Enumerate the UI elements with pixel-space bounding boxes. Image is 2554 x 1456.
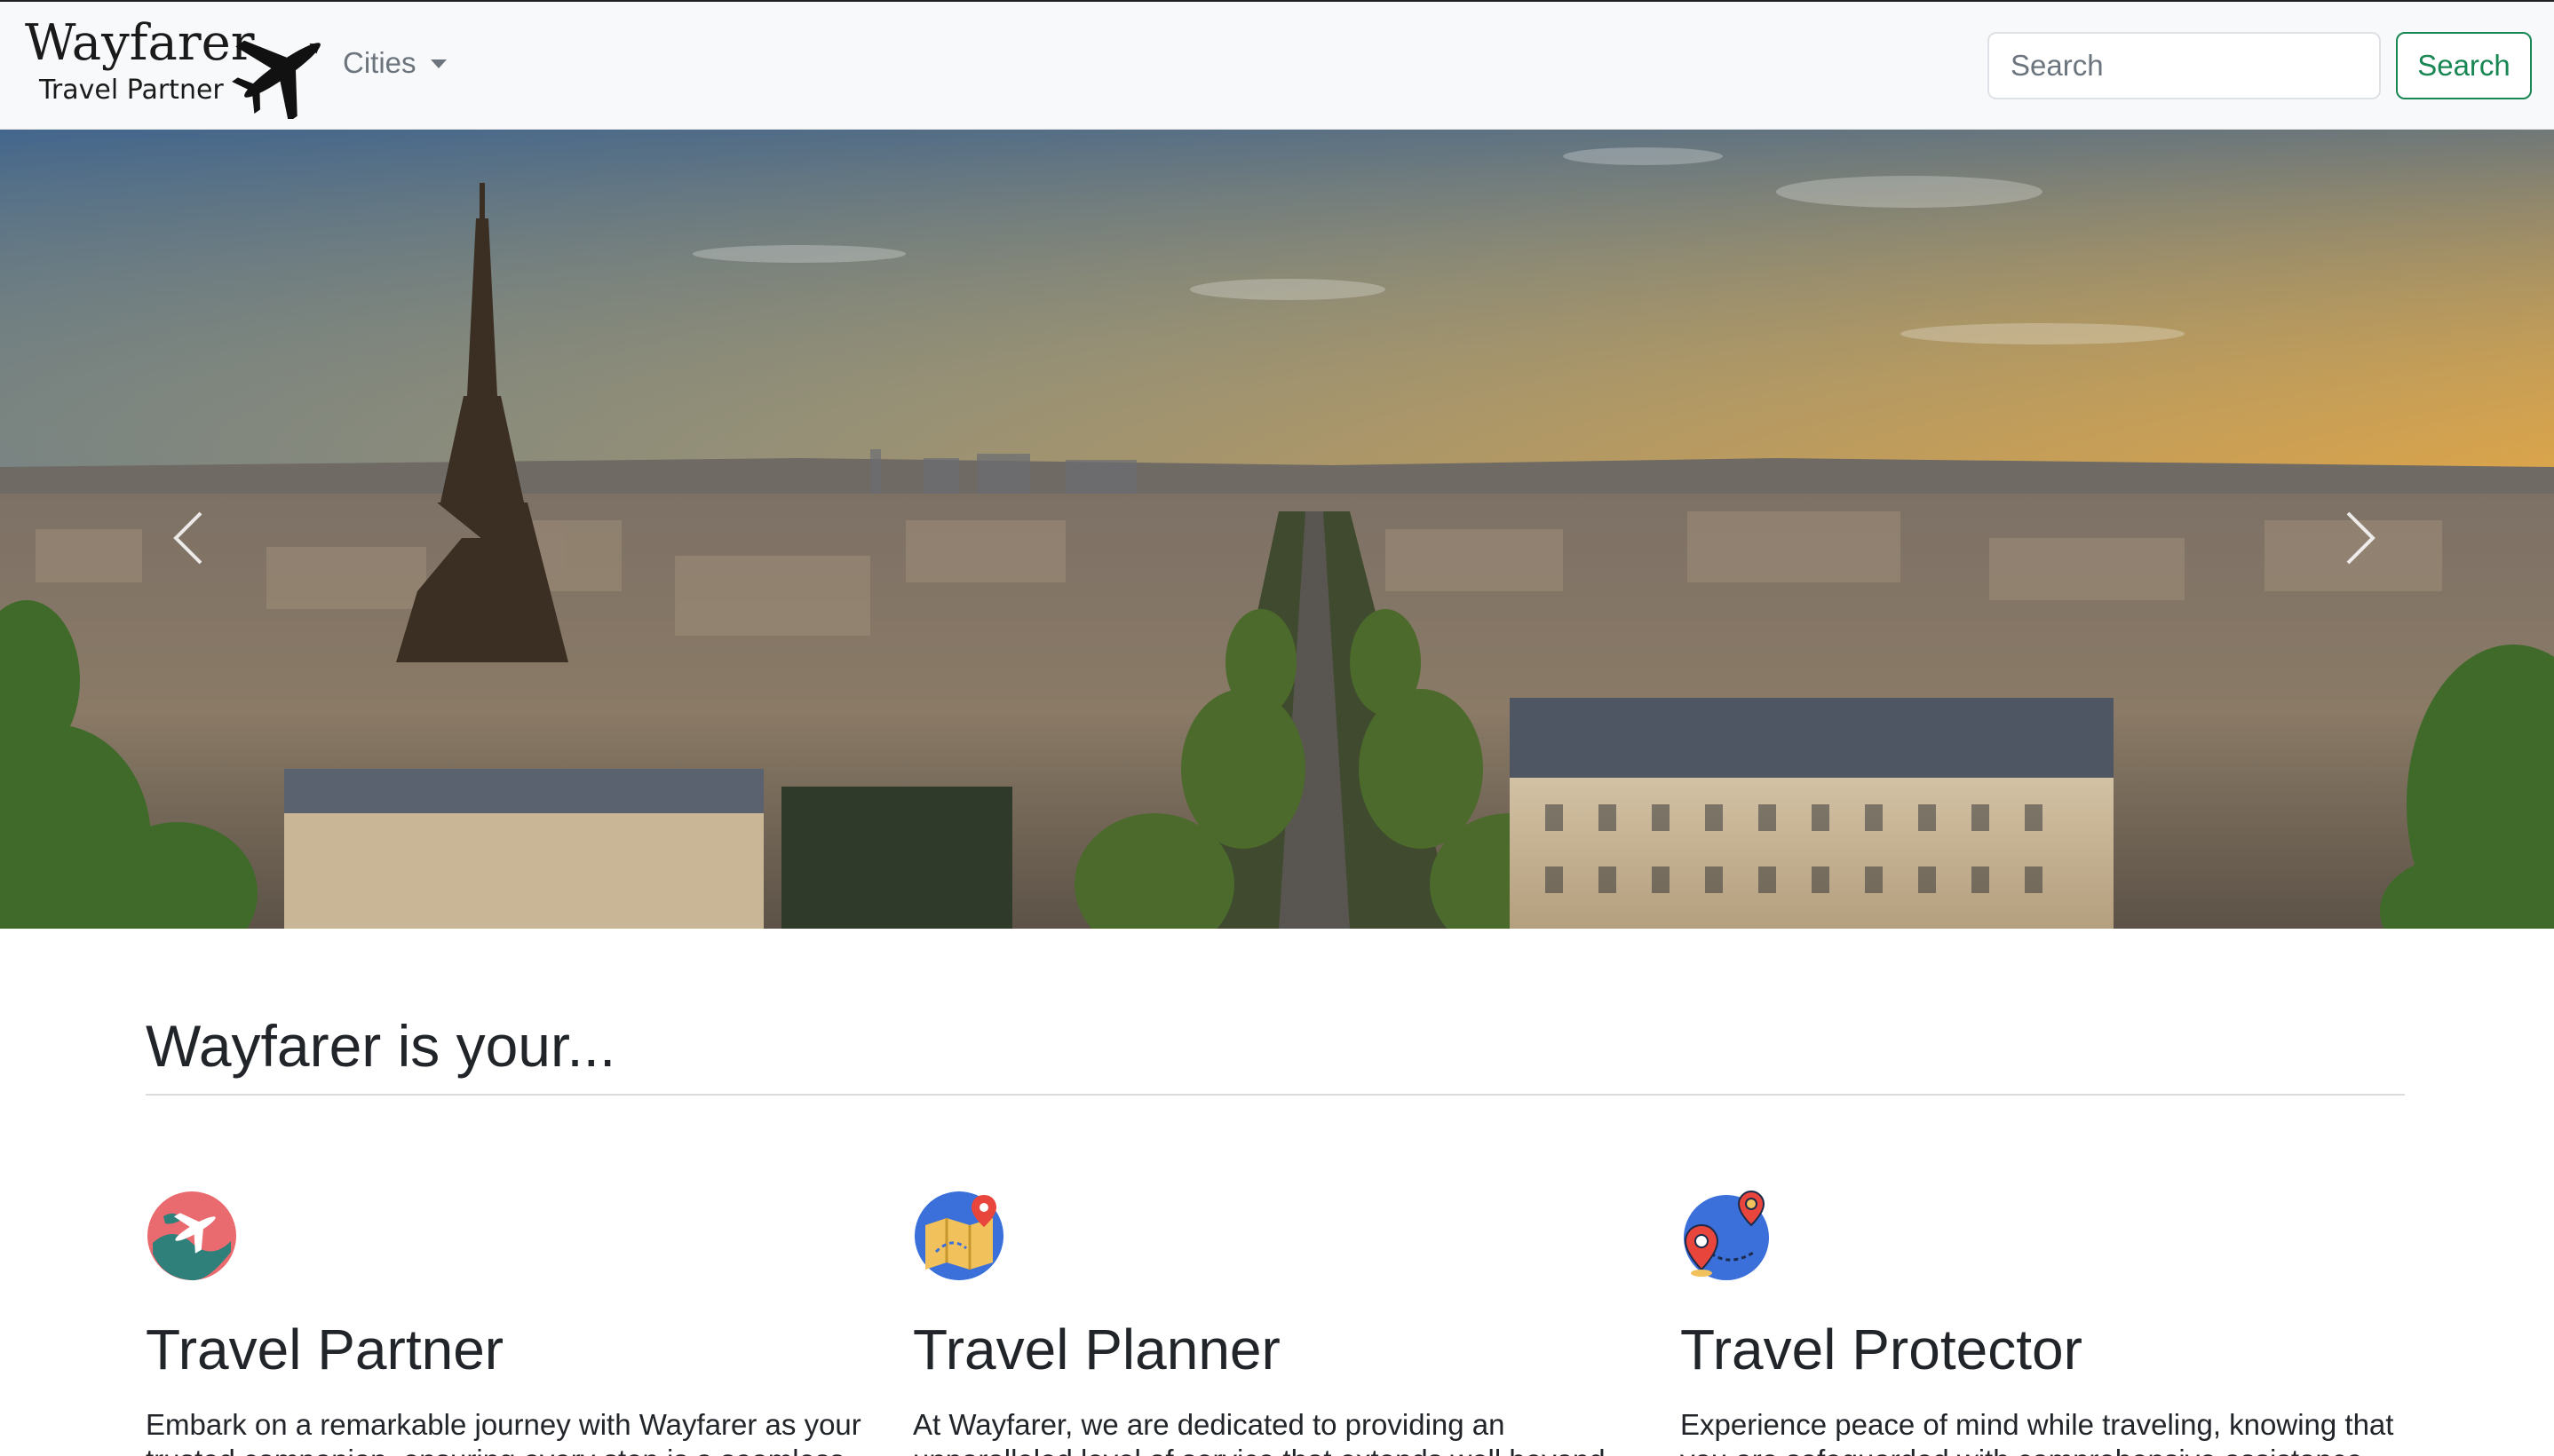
search-input[interactable] [1987,32,2381,99]
cities-dropdown-label: Cities [343,46,416,79]
globe-plane-icon [147,1191,236,1281]
feature-text: Embark on a remarkable journey with Wayf… [146,1408,861,1456]
search-button[interactable]: Search [2396,32,2532,99]
caret-down-icon [430,59,447,68]
airplane-icon [232,40,321,119]
carousel-prev-button[interactable] [153,502,224,574]
route-pins-icon [1684,1190,1769,1280]
cities-dropdown[interactable]: Cities [343,46,447,80]
feature-title: Travel Partner [146,1318,504,1381]
feature-travel-protector: Travel Protector Experience peace of min… [1680,1190,2408,1456]
hero-image [0,130,2554,929]
brand-logo[interactable]: Wayfarer Travel Partner [23,12,321,123]
feature-title: Travel Planner [913,1318,1281,1381]
feature-title: Travel Protector [1680,1318,2082,1381]
map-pin-icon [915,1191,1003,1280]
feature-travel-planner: Travel Planner At Wayfarer, we are dedic… [913,1190,1641,1456]
brand-subtitle: Travel Partner [39,75,224,106]
chevron-left-icon [173,511,202,565]
feature-travel-partner: Travel Partner Embark on a remarkable jo… [146,1190,874,1456]
navbar: Wayfarer Travel Partner Cities Search [0,0,2554,130]
carousel-next-button[interactable] [2325,502,2396,574]
section-divider [146,1094,2405,1096]
chevron-right-icon [2346,511,2376,565]
brand-title: Wayfarer [25,14,255,72]
section-title: Wayfarer is your... [146,1013,616,1079]
feature-text: At Wayfarer, we are dedicated to providi… [913,1408,1606,1456]
feature-text: Experience peace of mind while traveling… [1680,1408,2394,1456]
hero-carousel [0,130,2554,929]
